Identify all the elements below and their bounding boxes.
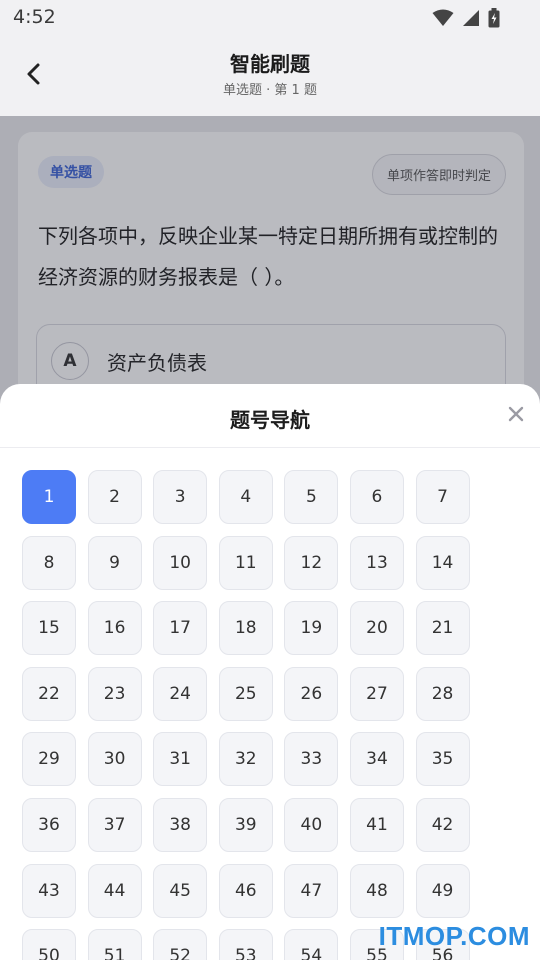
close-icon <box>508 406 524 422</box>
question-number-button[interactable]: 24 <box>153 666 208 721</box>
question-number-button[interactable]: 50 <box>22 929 76 960</box>
question-number-button[interactable]: 33 <box>284 732 339 787</box>
page-title: 智能刷题 <box>230 52 310 76</box>
question-number-button[interactable]: 14 <box>415 535 470 590</box>
signal-icon <box>463 10 479 26</box>
question-number-button[interactable]: 7 <box>415 470 470 524</box>
question-number-button[interactable]: 12 <box>284 535 339 590</box>
question-number-button[interactable]: 46 <box>218 863 273 918</box>
question-number-button[interactable]: 26 <box>284 666 339 721</box>
status-time: 4:52 <box>13 6 56 28</box>
question-number-button[interactable]: 17 <box>153 601 208 656</box>
question-number-button[interactable]: 32 <box>218 732 273 787</box>
wifi-icon <box>432 9 454 26</box>
question-number-button[interactable]: 8 <box>22 535 76 590</box>
question-number-button[interactable]: 10 <box>153 535 208 590</box>
question-number-button[interactable]: 51 <box>87 929 142 960</box>
question-number-button[interactable]: 22 <box>22 666 76 721</box>
question-number-button[interactable]: 11 <box>218 535 273 590</box>
question-number-button[interactable]: 19 <box>284 601 339 656</box>
question-number-button[interactable]: 1 <box>22 470 76 524</box>
close-button[interactable] <box>506 404 526 424</box>
question-number-button[interactable]: 13 <box>349 535 404 590</box>
question-number-button[interactable]: 15 <box>22 601 76 656</box>
question-number-button[interactable]: 2 <box>87 470 142 524</box>
question-number-button[interactable]: 43 <box>22 863 76 918</box>
question-number-button[interactable]: 23 <box>87 666 142 721</box>
question-number-grid: 1 2 3 4 5 6 7 8 9 10 11 12 13 14 15 16 17 18 19 20 21 22 23 24 2… <box>22 470 470 960</box>
status-bar: 4:52 <box>0 0 540 36</box>
page-subtitle: 单选题 · 第 1 题 <box>223 83 317 98</box>
question-number-button[interactable]: 39 <box>218 797 273 852</box>
question-number-button[interactable]: 52 <box>153 929 208 960</box>
question-number-button[interactable]: 54 <box>284 929 339 960</box>
battery-icon <box>488 8 500 28</box>
question-number-button[interactable]: 48 <box>349 863 404 918</box>
sheet-title: 题号导航 <box>230 408 310 432</box>
question-number-button[interactable]: 49 <box>415 863 470 918</box>
question-number-button[interactable]: 34 <box>349 732 404 787</box>
question-nav-sheet: 题号导航 1 2 3 4 5 6 7 8 9 10 11 12 13 14 15 16 17 18 19 20 21 22… <box>0 384 540 960</box>
question-number-button[interactable]: 30 <box>87 732 142 787</box>
question-number-button[interactable]: 42 <box>415 797 470 852</box>
question-number-button[interactable]: 6 <box>349 470 404 524</box>
question-number-button[interactable]: 44 <box>87 863 142 918</box>
question-number-button[interactable]: 21 <box>415 601 470 656</box>
question-number-button[interactable]: 16 <box>87 601 142 656</box>
question-number-button[interactable]: 47 <box>284 863 339 918</box>
status-icons <box>432 8 500 28</box>
question-number-button[interactable]: 27 <box>349 666 404 721</box>
question-number-button[interactable]: 36 <box>22 797 76 852</box>
question-number-button[interactable]: 45 <box>153 863 208 918</box>
question-number-button[interactable]: 35 <box>415 732 470 787</box>
app-header: 智能刷题 单选题 · 第 1 题 <box>0 36 540 116</box>
question-number-button[interactable]: 5 <box>284 470 339 524</box>
watermark: ITMOP.COM <box>378 921 530 951</box>
sheet-header: 题号导航 <box>0 384 540 448</box>
question-number-button[interactable]: 18 <box>218 601 273 656</box>
question-number-button[interactable]: 4 <box>218 470 273 524</box>
question-number-button[interactable]: 9 <box>87 535 142 590</box>
question-number-button[interactable]: 37 <box>87 797 142 852</box>
question-number-button[interactable]: 53 <box>218 929 273 960</box>
question-number-button[interactable]: 38 <box>153 797 208 852</box>
question-number-button[interactable]: 3 <box>153 470 208 524</box>
question-number-button[interactable]: 28 <box>415 666 470 721</box>
question-number-button[interactable]: 31 <box>153 732 208 787</box>
question-number-button[interactable]: 25 <box>218 666 273 721</box>
question-number-button[interactable]: 41 <box>349 797 404 852</box>
question-number-button[interactable]: 20 <box>349 601 404 656</box>
question-number-button[interactable]: 40 <box>284 797 339 852</box>
question-number-button[interactable]: 29 <box>22 732 76 787</box>
